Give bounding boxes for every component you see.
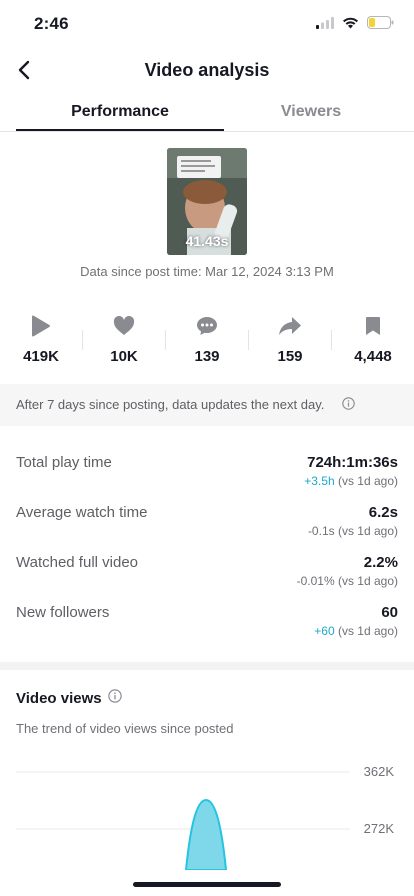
- engagement-stats: 419K 10K 139 159 4,448: [0, 312, 414, 372]
- video-views-title: Video views: [16, 689, 102, 707]
- info-icon: [107, 689, 122, 703]
- likes-count: 10K: [110, 348, 138, 365]
- notice-text: After 7 days since posting, data updates…: [16, 397, 325, 412]
- y-tick-label: 362K: [363, 764, 394, 779]
- stat-plays: 419K: [0, 312, 82, 365]
- metric-value: 2.2%: [363, 554, 398, 571]
- tab-viewers[interactable]: Viewers: [208, 103, 414, 121]
- metric-change: -0.1s (vs 1d ago): [308, 524, 398, 538]
- metric-change: -0.01% (vs 1d ago): [297, 574, 398, 588]
- stat-likes: 10K: [83, 312, 165, 365]
- wifi-icon: [343, 17, 358, 28]
- cellular-signal-icon: [316, 16, 334, 29]
- stat-shares: 159: [249, 312, 331, 365]
- battery-icon: [367, 16, 394, 29]
- metric-comparison: (vs 1d ago): [337, 624, 398, 638]
- status-icons: [316, 16, 394, 29]
- y-tick-label: 272K: [363, 821, 394, 836]
- metric-total-play-time: Total play time 724h:1m:36s +3.5h (vs 1d…: [0, 454, 414, 504]
- page-title: Video analysis: [144, 60, 270, 80]
- bookmark-icon: [366, 317, 380, 335]
- metric-new-followers: New followers 60 +60 (vs 1d ago): [0, 604, 414, 654]
- video-views-info-button[interactable]: [107, 689, 122, 707]
- metric-value: 60: [381, 604, 398, 621]
- active-tab-indicator: [16, 129, 224, 131]
- comment-icon: [197, 317, 217, 335]
- section-divider: [0, 662, 414, 670]
- metric-delta: +60: [314, 624, 335, 638]
- heart-icon: [113, 316, 135, 335]
- data-update-notice: After 7 days since posting, data updates…: [0, 384, 414, 426]
- metric-label: Average watch time: [16, 504, 148, 521]
- metric-watched-full-video: Watched full video 2.2% -0.01% (vs 1d ag…: [0, 554, 414, 604]
- stat-comments: 139: [166, 312, 248, 365]
- metric-value: 724h:1m:36s: [307, 454, 398, 471]
- tab-bar: Performance Viewers: [0, 92, 414, 132]
- metric-delta: +3.5h: [304, 474, 335, 488]
- video-duration: 41.43s: [185, 233, 229, 249]
- metric-label: New followers: [16, 604, 110, 621]
- metric-delta: -0.1s: [307, 524, 335, 538]
- chart-area: [184, 798, 228, 870]
- nav-header: Video analysis: [0, 48, 414, 92]
- video-views-subtitle: The trend of video views since posted: [16, 721, 234, 736]
- metric-change: +3.5h (vs 1d ago): [304, 474, 398, 488]
- metric-delta: -0.01%: [296, 574, 335, 588]
- video-thumbnail[interactable]: 41.43s: [167, 148, 247, 255]
- share-icon: [279, 317, 301, 335]
- metric-comparison: (vs 1d ago): [337, 524, 398, 538]
- metric-comparison: (vs 1d ago): [337, 474, 398, 488]
- video-views-chart-plot: [16, 771, 350, 870]
- shares-count: 159: [277, 348, 303, 365]
- comments-count: 139: [194, 348, 220, 365]
- play-icon: [32, 315, 50, 337]
- info-icon: [342, 397, 355, 410]
- notice-info-button[interactable]: [342, 397, 355, 415]
- stat-saves: 4,448: [332, 312, 414, 365]
- metric-average-watch-time: Average watch time 6.2s -0.1s (vs 1d ago…: [0, 504, 414, 554]
- metric-label: Total play time: [16, 454, 112, 471]
- metric-value: 6.2s: [368, 504, 398, 521]
- tab-performance[interactable]: Performance: [16, 103, 224, 121]
- plays-count: 419K: [23, 348, 59, 365]
- metric-change: +60 (vs 1d ago): [314, 624, 398, 638]
- status-time: 2:46: [34, 14, 69, 33]
- metric-comparison: (vs 1d ago): [337, 574, 398, 588]
- home-indicator: [133, 882, 281, 887]
- video-views-chart: 362K 272K: [0, 760, 414, 870]
- saves-count: 4,448: [354, 348, 392, 365]
- metric-label: Watched full video: [16, 554, 139, 571]
- video-views-heading: Video views: [16, 689, 122, 707]
- post-time-text: Data since post time: Mar 12, 2024 3:13 …: [80, 264, 334, 279]
- status-bar: 2:46: [0, 0, 414, 48]
